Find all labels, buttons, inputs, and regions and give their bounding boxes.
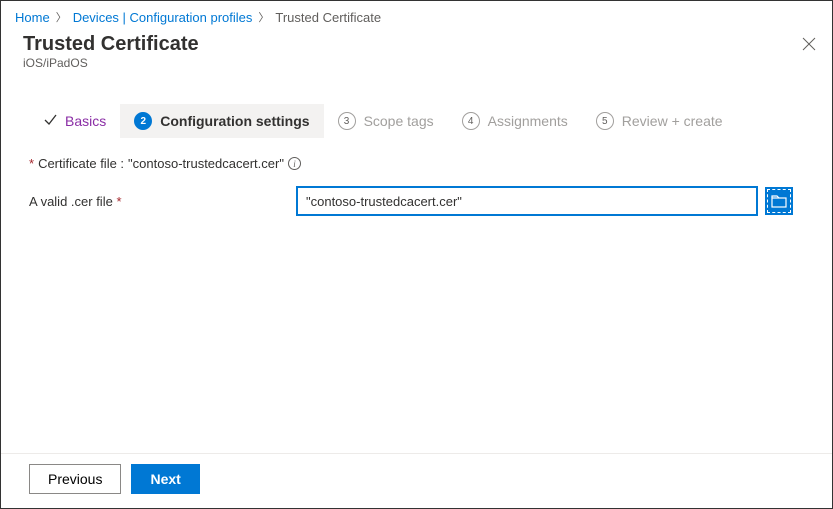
wizard-steps: Basics 2 Configuration settings 3 Scope … <box>29 104 804 138</box>
step-label: Assignments <box>488 113 568 129</box>
page-subtitle: iOS/iPadOS <box>23 56 818 70</box>
step-basics[interactable]: Basics <box>29 105 120 138</box>
required-marker: * <box>29 156 34 171</box>
previous-button[interactable]: Previous <box>29 464 121 494</box>
wizard-footer: Previous Next <box>1 453 832 508</box>
page-title: Trusted Certificate <box>23 33 818 56</box>
certificate-file-label: * Certificate file : "contoso-trustedcac… <box>29 156 804 171</box>
close-icon <box>802 37 816 51</box>
step-number: 2 <box>134 112 152 130</box>
cer-file-field-row: A valid .cer file * <box>29 187 804 215</box>
next-button[interactable]: Next <box>131 464 199 494</box>
checkmark-icon <box>43 113 57 130</box>
info-icon[interactable]: i <box>288 157 301 170</box>
step-label: Review + create <box>622 113 723 129</box>
close-button[interactable] <box>800 35 818 53</box>
chevron-right-icon: 〉 <box>258 9 269 25</box>
content-area: Basics 2 Configuration settings 3 Scope … <box>1 76 832 215</box>
field-label-text: A valid .cer file <box>29 194 113 209</box>
breadcrumb-current: Trusted Certificate <box>275 10 381 25</box>
browse-button[interactable] <box>765 187 793 215</box>
step-number: 5 <box>596 112 614 130</box>
required-marker: * <box>116 194 121 209</box>
page-header: Trusted Certificate iOS/iPadOS <box>1 29 832 76</box>
step-label: Scope tags <box>364 113 434 129</box>
step-scope-tags[interactable]: 3 Scope tags <box>324 104 448 138</box>
step-label: Basics <box>65 113 106 129</box>
step-assignments[interactable]: 4 Assignments <box>448 104 582 138</box>
breadcrumb-home[interactable]: Home <box>15 10 50 25</box>
folder-icon <box>771 194 787 208</box>
cert-filename: "contoso-trustedcacert.cer" <box>128 156 284 171</box>
chevron-right-icon: 〉 <box>56 9 67 25</box>
step-number: 4 <box>462 112 480 130</box>
cert-label-text: Certificate file : <box>38 156 124 171</box>
step-label: Configuration settings <box>160 113 309 129</box>
step-review-create[interactable]: 5 Review + create <box>582 104 737 138</box>
cer-file-label: A valid .cer file * <box>29 194 289 209</box>
step-configuration-settings[interactable]: 2 Configuration settings <box>120 104 323 138</box>
breadcrumb-devices[interactable]: Devices | Configuration profiles <box>73 10 253 25</box>
breadcrumb: Home 〉 Devices | Configuration profiles … <box>1 1 832 29</box>
cer-file-input[interactable] <box>297 187 757 215</box>
step-number: 3 <box>338 112 356 130</box>
